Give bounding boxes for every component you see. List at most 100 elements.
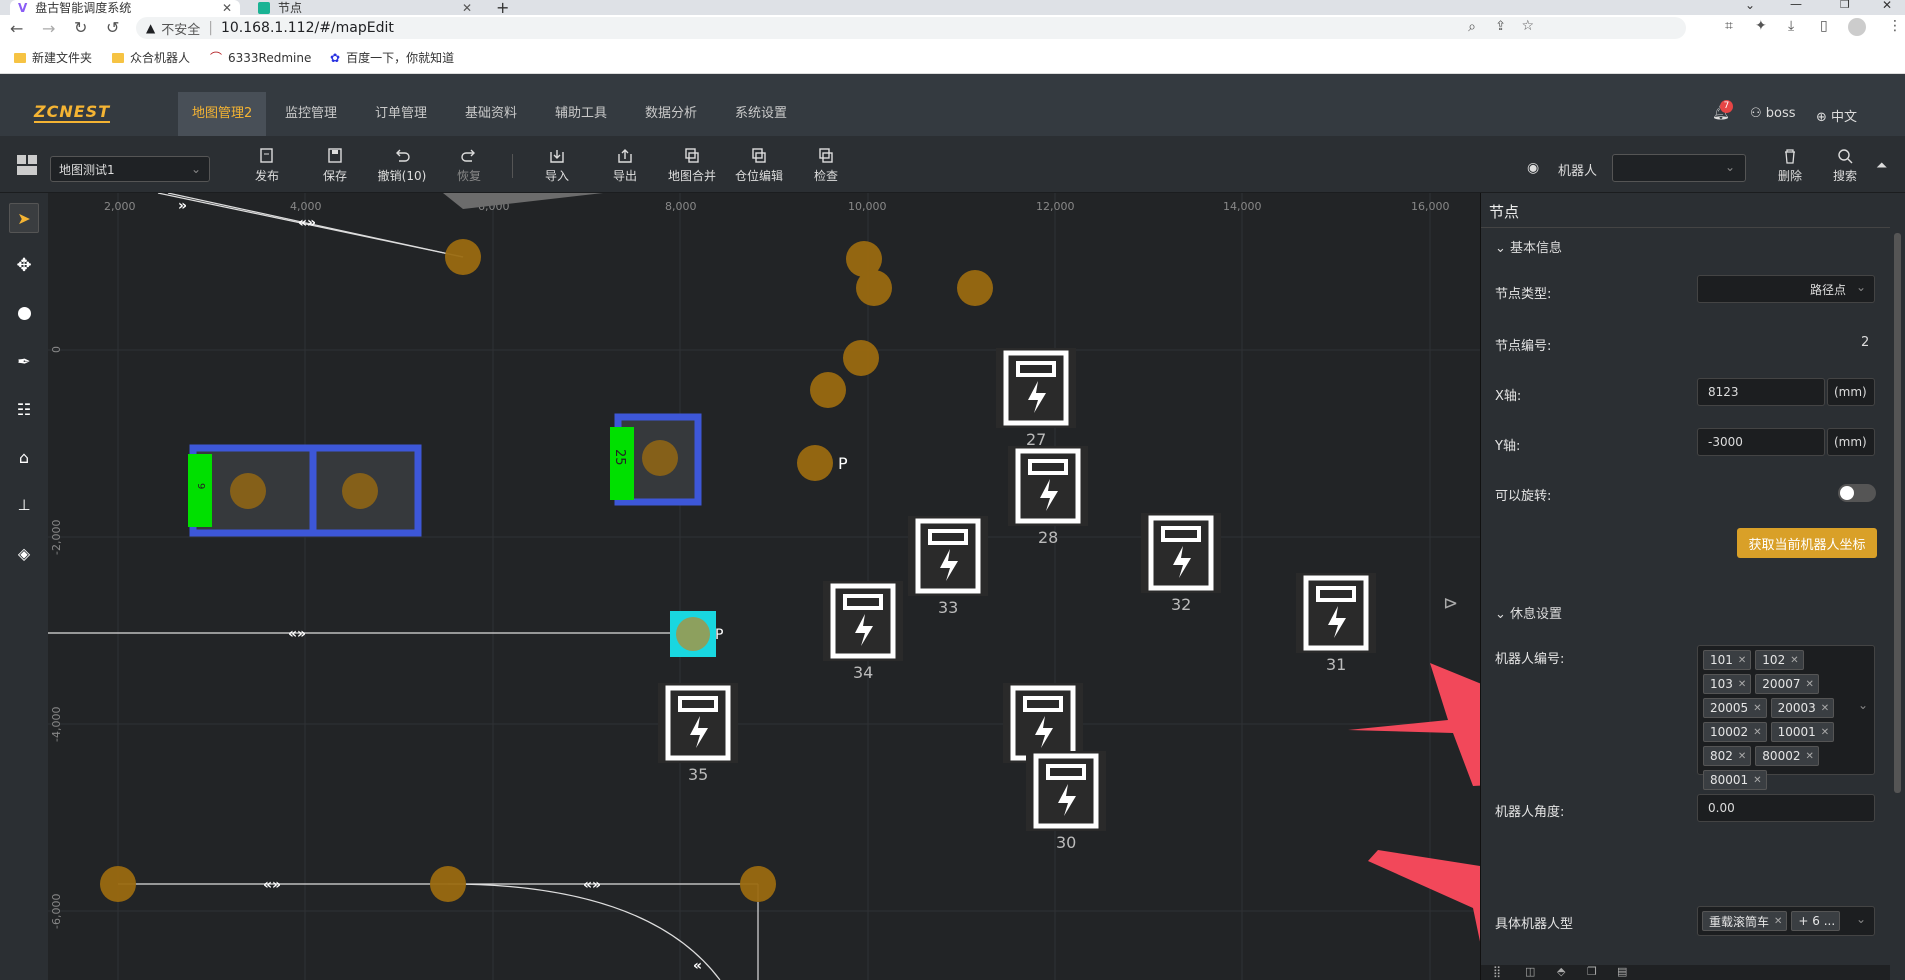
expand-panel-icon[interactable]: ⊳ (1443, 593, 1458, 614)
sidepanel-icon[interactable]: ▯ (1820, 18, 1828, 34)
robot-tag[interactable]: 10001 ✕ (1770, 722, 1835, 742)
specific-robot-select[interactable]: 重载滚筒车 ✕ + 6 ... ⌄ (1697, 906, 1875, 936)
map-select[interactable]: 地图测试1 ⌄ (50, 156, 210, 182)
star-icon[interactable]: ☆ (1521, 18, 1534, 34)
grid-icon[interactable]: ⣿ (1493, 965, 1501, 978)
close-icon[interactable]: ✕ (222, 1, 232, 15)
nav-basic-data[interactable]: 基础资料 (465, 92, 517, 136)
check-button[interactable]: 检查 (796, 148, 856, 184)
maximize-icon[interactable]: ❐ (1840, 0, 1850, 11)
robot-id-multiselect[interactable]: 101 ✕ 102 ✕ 103 ✕ 20007 ✕ 20005 ✕ 20003 ✕ 1000… (1697, 645, 1875, 790)
forward-icon[interactable]: → (42, 19, 55, 38)
close-icon[interactable]: ✕ (1753, 727, 1761, 738)
close-icon[interactable]: ✕ (1738, 655, 1746, 666)
language-switch[interactable]: ⊕ 中文 (1816, 106, 1857, 125)
robot-tag[interactable]: 80001 ✕ (1703, 770, 1767, 790)
close-icon[interactable]: ✕ (1738, 751, 1746, 762)
nav-map-management[interactable]: 地图管理2 (178, 92, 267, 136)
move-tool[interactable]: ✥ (9, 250, 39, 280)
undo-button[interactable]: 撤销(10) (372, 148, 432, 184)
browser-tab[interactable]: 节点 ✕ (250, 0, 480, 15)
close-icon[interactable]: ✕ (1738, 679, 1746, 690)
robot-tag[interactable]: 20007 ✕ (1755, 674, 1819, 694)
robot-angle-input[interactable]: 0.00 (1697, 794, 1875, 822)
scrollbar-thumb[interactable] (1894, 233, 1901, 793)
back-icon[interactable]: ← (10, 19, 23, 38)
tab-search-icon[interactable]: ⌄ (1745, 0, 1755, 12)
layers-icon[interactable]: ⬘ (1557, 965, 1565, 978)
nav-analytics[interactable]: 数据分析 (645, 92, 697, 136)
shelf-tool[interactable]: ☷ (9, 394, 39, 424)
robot-tag[interactable]: 20005 ✕ (1703, 698, 1767, 718)
robot-tag[interactable]: 20003 ✕ (1770, 698, 1835, 718)
download-icon[interactable]: ⤓ (1788, 18, 1794, 34)
y-axis-input[interactable]: -3000 (1697, 428, 1825, 456)
nav-tools[interactable]: 辅助工具 (555, 92, 607, 136)
rest-section-header[interactable]: ⌄ 休息设置 (1495, 603, 1562, 622)
basic-section-header[interactable]: ⌄ 基本信息 (1495, 237, 1562, 256)
close-icon[interactable]: ✕ (1753, 703, 1761, 714)
browser-tab-active[interactable]: V 盘古智能调度系统 ✕ (10, 0, 240, 15)
slot-edit-button[interactable]: 仓位编辑 (729, 148, 789, 184)
robot-tag[interactable]: 10002 ✕ (1703, 722, 1767, 742)
delete-button[interactable]: 删除 (1760, 148, 1820, 184)
robot-tag[interactable]: 80002 ✕ (1755, 746, 1819, 766)
share-icon[interactable]: ⇪ (1495, 19, 1506, 34)
robot-tag[interactable]: 802 ✕ (1703, 746, 1752, 766)
bookmark-item[interactable]: 众合机器人 (112, 49, 190, 66)
clipboard-icon[interactable]: ▤ (1617, 965, 1627, 978)
nav-monitor[interactable]: 监控管理 (285, 92, 337, 136)
profile-icon[interactable] (1848, 18, 1866, 36)
publish-button[interactable]: 发布 (237, 148, 297, 184)
bookmark-item[interactable]: 新建文件夹 (14, 49, 92, 66)
map-canvas[interactable]: 2,000 4,000 6,000 8,000 10,000 12,000 14… (48, 193, 1480, 980)
reload-icon[interactable]: ↻ (74, 18, 87, 37)
address-bar[interactable]: ▲ 不安全 | 10.168.1.112/#/mapEdit ⌕ ⇪ ☆ (136, 17, 1686, 39)
close-icon[interactable]: ✕ (1821, 727, 1829, 738)
close-icon[interactable]: ✕ (462, 1, 472, 15)
rotate-toggle[interactable] (1838, 484, 1876, 502)
layout-icon[interactable]: ◫ (1525, 965, 1535, 978)
close-icon[interactable]: ✕ (1805, 679, 1813, 690)
charger-tool[interactable]: ⌂ (9, 442, 39, 472)
panel-scrollbar[interactable] (1890, 193, 1905, 980)
close-icon[interactable]: ✕ (1805, 751, 1813, 762)
import-button[interactable]: 导入 (527, 148, 587, 184)
robot-tag[interactable]: 102 ✕ (1755, 650, 1804, 670)
node-tool[interactable] (9, 298, 39, 328)
redo-button[interactable]: 恢复 (439, 148, 499, 184)
close-icon[interactable]: ✕ (1821, 703, 1829, 714)
collapse-icon[interactable]: ⏶ (1876, 158, 1887, 174)
text-tool[interactable]: ⊥ (9, 490, 39, 520)
map-svg[interactable]: 2,000 4,000 6,000 8,000 10,000 12,000 14… (48, 193, 1480, 980)
url-text[interactable]: 10.168.1.112/#/mapEdit (221, 20, 394, 36)
node-type-select[interactable]: 路径点 ⌄ (1697, 275, 1875, 303)
search-button[interactable]: 搜索 (1815, 148, 1875, 184)
close-window-icon[interactable]: ✕ (1882, 0, 1892, 12)
bookmark-item[interactable]: ✿ 百度一下，你就知道 (330, 49, 454, 66)
close-icon[interactable]: ✕ (1790, 655, 1798, 666)
nav-settings[interactable]: 系统设置 (735, 92, 787, 136)
close-icon[interactable]: ✕ (1774, 916, 1782, 927)
extensions-icon[interactable]: ✦ (1755, 18, 1767, 34)
nav-orders[interactable]: 订单管理 (375, 92, 427, 136)
map-merge-button[interactable]: 地图合并 (662, 148, 722, 184)
map-layout-icon[interactable] (16, 154, 38, 176)
minimize-icon[interactable]: — (1790, 0, 1802, 11)
copy-icon[interactable]: ❐ (1587, 965, 1597, 978)
bookmark-item[interactable]: ⌒ 6333Redmine (210, 49, 311, 66)
pen-tool[interactable]: ✒ (9, 346, 39, 376)
crop-icon[interactable]: ⌗ (1725, 18, 1733, 34)
undo-icon[interactable]: ↺ (106, 18, 119, 37)
save-button[interactable]: 保存 (305, 148, 365, 184)
robot-tag[interactable]: 103 ✕ (1703, 674, 1752, 694)
select-tool[interactable]: ➤ (9, 203, 39, 233)
robot-select[interactable]: ⌄ (1612, 154, 1746, 182)
zoom-icon[interactable]: ⌕ (1468, 19, 1476, 35)
x-axis-input[interactable]: 8123 (1697, 378, 1825, 406)
export-button[interactable]: 导出 (595, 148, 655, 184)
area-tool[interactable]: ◈ (9, 538, 39, 568)
robot-tag[interactable]: 101 ✕ (1703, 650, 1752, 670)
menu-icon[interactable]: ⋮ (1888, 18, 1902, 34)
user-menu[interactable]: ⚇ boss (1750, 106, 1796, 121)
